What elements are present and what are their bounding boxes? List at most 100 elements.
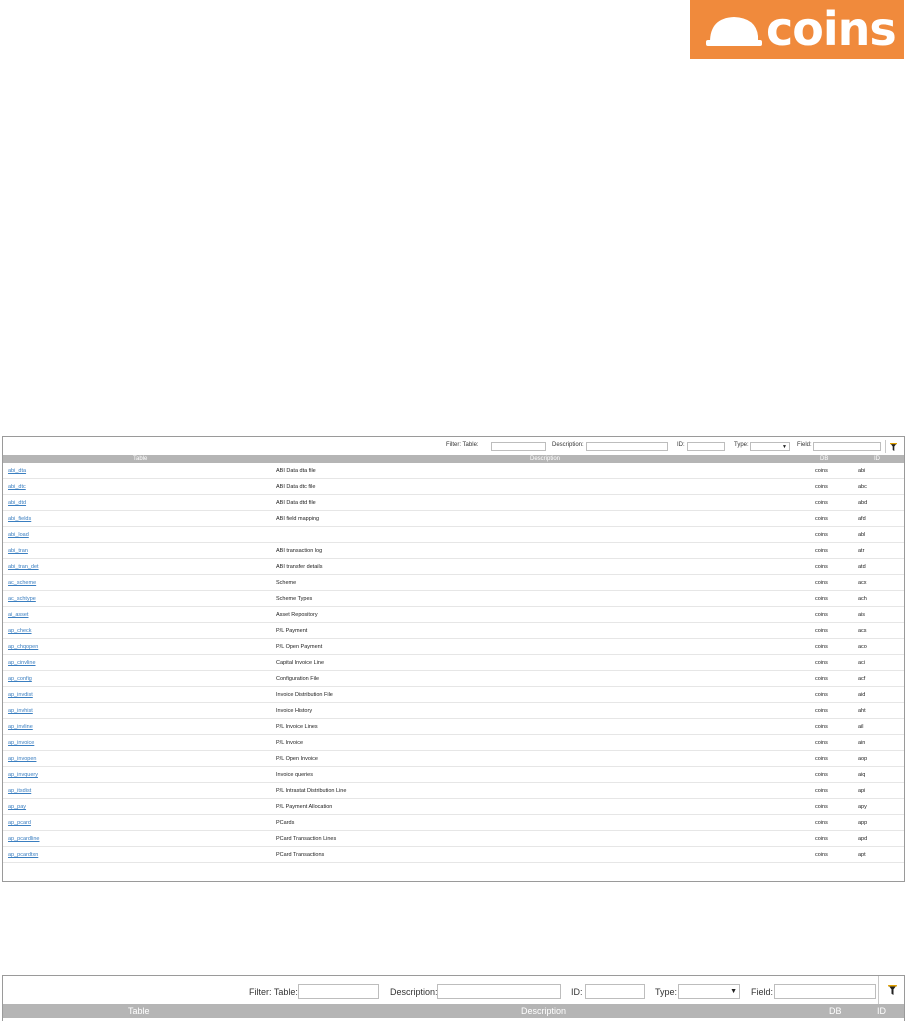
table-name-link[interactable]: ap_pay [8,804,26,810]
column-header-db[interactable]: DB [820,455,828,463]
table-description: ABI Data dtd file [276,500,316,506]
table-name-link[interactable]: abi_dta [8,468,26,474]
table-row: abi_tran_det ABI transfer details coins atd [3,559,904,575]
table-db: coins [815,788,828,794]
table-row: abi_tran ABI transaction log coins atr [3,543,904,559]
filter-field-label: Field: [797,442,812,448]
table-id: abl [858,532,866,538]
column-header-db[interactable]: DB [829,1004,842,1018]
table-name-link[interactable]: ap_check [8,628,32,634]
table-db: coins [815,628,828,634]
logo-wordmark: coins [766,2,897,56]
filter-bar-zoomed: Filter: Table: Description: ID: Type: ▼ … [3,976,904,1004]
table-row: ap_check P/L Payment coins acs [3,623,904,639]
filter-button[interactable] [885,440,900,453]
table-id: acf [858,676,866,682]
table-db: coins [815,516,828,522]
table-description: ABI Data dtc file [276,484,316,490]
table-name-link[interactable]: ap_invopen [8,756,36,762]
table-id: acx [858,580,867,586]
table-db: coins [815,612,828,618]
table-row: ac_schtype Scheme Types coins ach [3,591,904,607]
table-db: coins [815,836,828,842]
table-name-link[interactable]: ac_schtype [8,596,36,602]
table-row: ap_invopen P/L Open Invoice coins aop [3,751,904,767]
table-name-link[interactable]: ac_scheme [8,580,36,586]
column-header-id[interactable]: ID [874,455,880,463]
filter-type-select[interactable]: ▼ [678,984,740,999]
filter-field-input[interactable] [774,984,876,999]
table-db: coins [815,820,828,826]
table-name-link[interactable]: abi_load [8,532,29,538]
column-header-id[interactable]: ID [877,1004,886,1018]
table-id: abd [858,500,868,506]
table-description: Invoice queries [276,772,313,778]
filter-id-input[interactable] [585,984,645,999]
column-header-table[interactable]: Table [133,455,147,463]
table-row: ac_scheme Scheme coins acx [3,575,904,591]
table-description: Scheme [276,580,297,586]
table-row: ap_invhist Invoice History coins aht [3,703,904,719]
table-db: coins [815,596,828,602]
filter-field-input[interactable] [813,442,881,451]
table-name-link[interactable]: ai_asset [8,612,29,618]
filter-type-label: Type: [655,987,678,997]
table-name-link[interactable]: ap_itsdist [8,788,31,794]
table-row: ap_pay P/L Payment Allocation coins apy [3,799,904,815]
table-row: ap_invquery Invoice queries coins aiq [3,767,904,783]
table-name-link[interactable]: ap_invline [8,724,33,730]
table-name-link[interactable]: ap_invquery [8,772,38,778]
table-name-link[interactable]: ap_invdist [8,692,33,698]
table-rows: abi_dta ABI Data dta file coins abi abi_dtc A… [3,463,904,863]
table-id: afd [858,516,866,522]
table-description: P/L Invoice Lines [276,724,318,730]
table-description: ABI Data dta file [276,468,316,474]
table-row: ap_invoice P/L Invoice coins ain [3,735,904,751]
filter-table-input[interactable] [491,442,546,451]
table-description: Invoice History [276,708,313,714]
table-row: ap_itsdist P/L Intrastat Distribution Lin… [3,783,904,799]
chevron-down-icon: ▼ [730,988,737,995]
table-row: abi_dtd ABI Data dtd file coins abd [3,495,904,511]
table-name-link[interactable]: abi_tran_det [8,564,39,570]
table-id: app [858,820,868,826]
column-header-description[interactable]: Description [521,1004,566,1018]
column-header-table[interactable]: Table [128,1004,150,1018]
filter-field-label: Field: [751,987,774,997]
table-row: ap_pcard PCards coins app [3,815,904,831]
filter-id-input[interactable] [687,442,725,451]
table-name-link[interactable]: abi_dtc [8,484,26,490]
table-id: ail [858,724,864,730]
table-name-link[interactable]: ap_chqopen [8,644,38,650]
table-row: ap_pcardline PCard Transaction Lines coins… [3,831,904,847]
table-list-panel-zoomed: Filter: Table: Description: ID: Type: ▼ … [2,975,905,1021]
filter-description-input[interactable] [586,442,668,451]
table-name-link[interactable]: ap_cinvline [8,660,36,666]
filter-description-input[interactable] [437,984,561,999]
table-name-link[interactable]: ap_invoice [8,740,34,746]
table-id: aop [858,756,868,762]
filter-id-label: ID: [677,442,685,448]
filter-type-select[interactable]: ▼ [750,442,790,451]
filter-table-label: Filter: Table: [446,442,479,448]
table-db: coins [815,676,828,682]
table-name-link[interactable]: ap_pcardtxn [8,852,38,858]
filter-button[interactable] [878,976,905,1004]
table-description: PCard Transactions [276,852,325,858]
table-name-link[interactable]: ap_config [8,676,32,682]
filter-id-label: ID: [571,987,583,997]
table-db: coins [815,724,828,730]
table-id: apd [858,836,868,842]
table-description: P/L Open Payment [276,644,323,650]
column-header-description[interactable]: Description [530,455,560,463]
table-name-link[interactable]: abi_tran [8,548,28,554]
table-db: coins [815,500,828,506]
table-id: apy [858,804,867,810]
table-name-link[interactable]: ap_invhist [8,708,33,714]
table-row: abi_load coins abl [3,527,904,543]
filter-table-input[interactable] [298,984,379,999]
table-name-link[interactable]: abi_dtd [8,500,26,506]
table-name-link[interactable]: ap_pcard [8,820,31,826]
table-name-link[interactable]: abi_fields [8,516,31,522]
table-name-link[interactable]: ap_pcardline [8,836,40,842]
